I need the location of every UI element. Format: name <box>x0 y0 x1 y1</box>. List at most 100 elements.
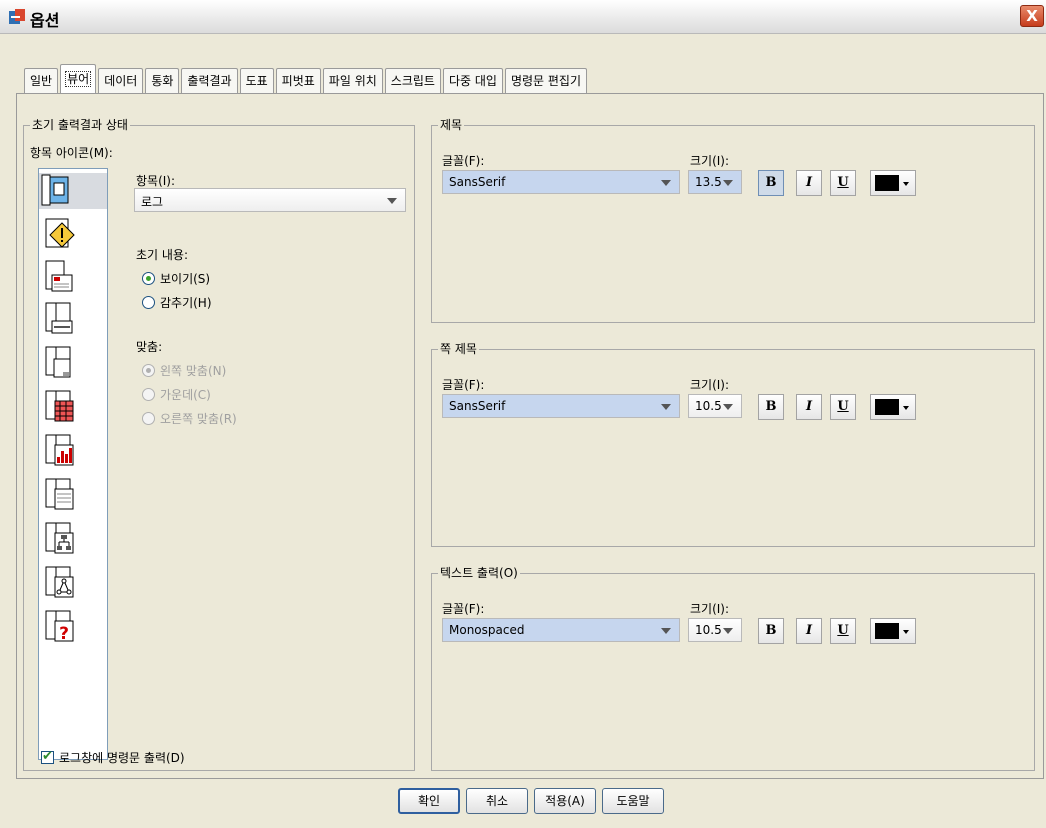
initial-output-group: 초기 출력결과 상태 항목 아이콘(M): ? 항목(I): 로그 초기 내용:… <box>23 117 415 771</box>
align-left-label: 왼쪽 맞춤(N) <box>160 364 227 378</box>
radio-dot <box>142 412 155 425</box>
align-left-radio[interactable]: 왼쪽 맞춤(N) <box>142 362 226 379</box>
apply-button[interactable]: 적용(A) <box>534 788 596 814</box>
page-title-size-dropdown[interactable]: 10.5 <box>688 394 742 418</box>
item-dropdown[interactable]: 로그 <box>134 188 406 212</box>
page-title-italic-button[interactable]: I <box>796 394 822 420</box>
title-italic-button[interactable]: I <box>796 170 822 196</box>
chart-icon-item[interactable] <box>43 433 77 469</box>
title-bold-button[interactable]: B <box>758 170 784 196</box>
chevron-down-icon <box>723 404 733 410</box>
text-output-italic-button[interactable]: I <box>796 618 822 644</box>
align-right-radio[interactable]: 오른쪽 맞춤(R) <box>142 410 237 427</box>
title-font-label: 글꼴(F): <box>442 154 485 168</box>
text-output-size-value: 10.5 <box>695 623 722 637</box>
page-title-font-value: SansSerif <box>449 399 506 413</box>
align-center-label: 가운데(C) <box>160 388 211 402</box>
tree-diagram-icon-item[interactable] <box>43 521 77 557</box>
chevron-down-icon <box>723 180 733 186</box>
text-output-font-value: Monospaced <box>449 623 525 637</box>
ok-button[interactable]: 확인 <box>398 788 460 814</box>
text-output-color-button[interactable] <box>870 618 916 644</box>
item-label: 항목(I): <box>136 174 176 188</box>
hide-radio[interactable]: 감추기(H) <box>142 294 212 311</box>
page-title-font-dropdown[interactable]: SansSerif <box>442 394 680 418</box>
viewer-tab-panel: 초기 출력결과 상태 항목 아이콘(M): ? 항목(I): 로그 초기 내용:… <box>16 93 1044 779</box>
page-title-size-value: 10.5 <box>695 399 722 413</box>
log-commands-label: 로그창에 명령문 출력(D) <box>59 751 185 765</box>
text-output-group: 텍스트 출력(O) 글꼴(F): 크기(I): Monospaced 10.5 … <box>431 565 1035 771</box>
title-color-button[interactable] <box>870 170 916 196</box>
page-title-color-button[interactable] <box>870 394 916 420</box>
text-output-legend: 텍스트 출력(O) <box>438 565 520 581</box>
warning-icon <box>45 218 75 248</box>
tab-file-locations[interactable]: 파일 위치 <box>322 68 383 94</box>
chevron-down-icon <box>903 630 909 634</box>
window-title: 옵션 <box>30 11 60 30</box>
chevron-down-icon <box>903 406 909 410</box>
notes-icon <box>45 260 73 292</box>
page-title-bold-button[interactable]: B <box>758 394 784 420</box>
page-title-group: 쪽 제목 글꼴(F): 크기(I): SansSerif 10.5 B I U <box>431 341 1035 547</box>
text-output-font-dropdown[interactable]: Monospaced <box>442 618 680 642</box>
text-output-size-label: 크기(I): <box>690 602 730 616</box>
tab-charts[interactable]: 도표 <box>239 68 274 94</box>
chevron-down-icon <box>661 404 671 410</box>
cancel-button[interactable]: 취소 <box>466 788 528 814</box>
show-radio[interactable]: 보이기(S) <box>142 270 210 287</box>
pivot-table-icon-item[interactable] <box>43 389 77 425</box>
item-icon-label: 항목 아이콘(M): <box>30 146 113 160</box>
warning-icon-item[interactable] <box>43 217 77 253</box>
title-icon <box>45 302 73 334</box>
page-title-legend: 쪽 제목 <box>438 341 479 357</box>
tab-general[interactable]: 일반 <box>24 68 59 94</box>
text-output-bold-button[interactable]: B <box>758 618 784 644</box>
unknown-object-icon-item[interactable]: ? <box>43 609 77 645</box>
page-title-underline-button[interactable]: U <box>830 394 856 420</box>
chart-icon <box>45 434 74 466</box>
help-button[interactable]: 도움말 <box>602 788 664 814</box>
model-icon <box>45 566 74 598</box>
align-center-radio[interactable]: 가운데(C) <box>142 386 211 403</box>
text-output-font-label: 글꼴(F): <box>442 602 485 616</box>
page-title-icon-item[interactable] <box>43 345 77 381</box>
title-legend: 제목 <box>438 117 465 133</box>
color-swatch <box>875 623 899 639</box>
notes-icon-item[interactable] <box>43 259 77 295</box>
log-icon-item[interactable] <box>39 173 107 209</box>
radio-dot <box>142 272 155 285</box>
tab-scripts[interactable]: 스크립트 <box>384 68 441 94</box>
title-icon-item[interactable] <box>43 301 77 337</box>
title-size-dropdown[interactable]: 13.5 <box>688 170 742 194</box>
color-swatch <box>875 175 899 191</box>
tab-data[interactable]: 데이터 <box>98 68 144 94</box>
text-output-icon-item[interactable] <box>43 477 77 513</box>
app-icon <box>9 9 25 24</box>
title-size-label: 크기(I): <box>690 154 730 168</box>
close-button[interactable]: X <box>1020 5 1044 27</box>
text-output-underline-button[interactable]: U <box>830 618 856 644</box>
title-font-dropdown[interactable]: SansSerif <box>442 170 680 194</box>
item-icon-list[interactable]: ? <box>38 168 108 760</box>
title-underline-button[interactable]: U <box>830 170 856 196</box>
title-size-value: 13.5 <box>695 175 722 189</box>
model-icon-item[interactable] <box>43 565 77 601</box>
radio-dot <box>142 388 155 401</box>
tab-multiple-imputation[interactable]: 다중 대입 <box>442 68 503 94</box>
align-right-label: 오른쪽 맞춤(R) <box>160 412 237 426</box>
text-output-size-dropdown[interactable]: 10.5 <box>688 618 742 642</box>
tab-pivot-tables[interactable]: 피벗표 <box>275 68 321 94</box>
color-swatch <box>875 399 899 415</box>
log-commands-checkbox[interactable]: 로그창에 명령문 출력(D) <box>41 749 185 766</box>
show-radio-label: 보이기(S) <box>160 272 211 286</box>
title-font-value: SansSerif <box>449 175 506 189</box>
chevron-down-icon <box>387 198 397 204</box>
tab-currency[interactable]: 통화 <box>145 68 180 94</box>
tab-output[interactable]: 출력결과 <box>181 68 238 94</box>
pivot-table-icon <box>45 390 74 422</box>
radio-dot <box>142 364 155 377</box>
tab-viewer[interactable]: 뷰어 <box>60 64 97 94</box>
initial-output-legend: 초기 출력결과 상태 <box>30 117 130 133</box>
initial-contents-label: 초기 내용: <box>136 248 189 262</box>
tab-syntax-editor[interactable]: 명령문 편집기 <box>504 68 587 94</box>
